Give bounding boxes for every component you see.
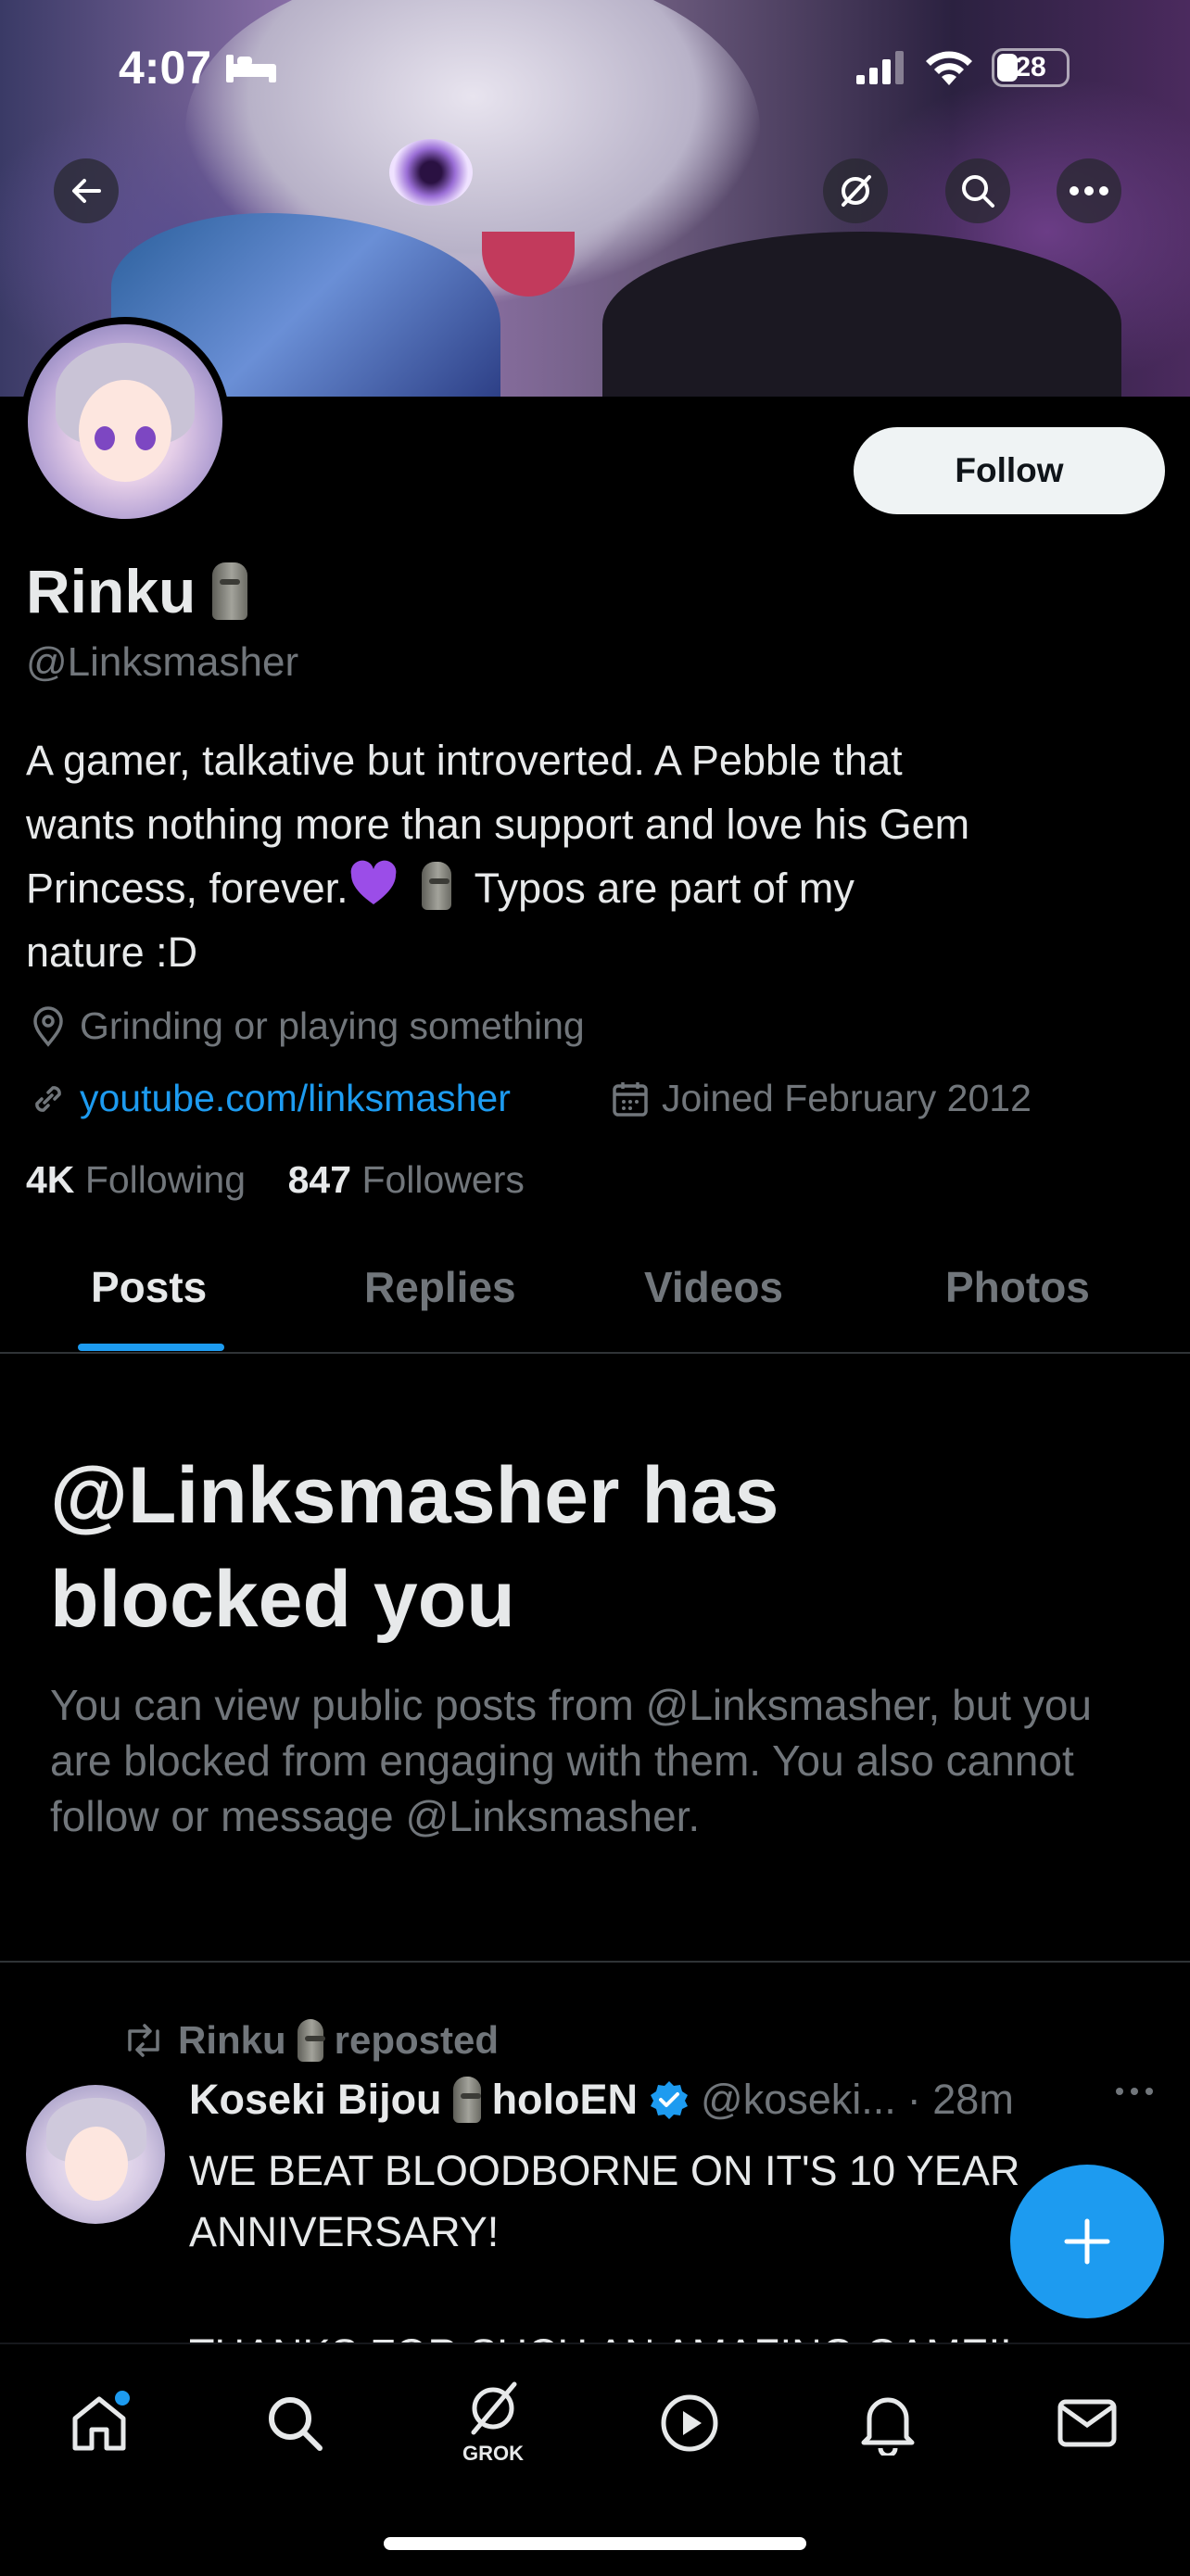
grok-button[interactable] [823,158,888,223]
moai-emoji-icon [421,862,451,910]
banner-art-coat [602,232,1121,397]
location-pin-icon [33,1005,63,1047]
bio-line: wants nothing more than support and love… [26,801,970,848]
play-circle-icon [661,2394,718,2452]
home-indicator[interactable] [384,2537,806,2550]
verified-badge-icon [651,2081,689,2119]
status-bar-time: 4:07 [119,41,278,95]
repost-icon [128,2024,159,2057]
profile-name-row: Rinku [26,556,248,626]
tabs-divider [0,1352,1190,1354]
nav-notifications[interactable] [837,2372,939,2474]
profile-name: Rinku [26,557,196,625]
post-author-suffix: holoEN [491,2076,639,2123]
back-button[interactable] [54,158,119,223]
post-author-name[interactable]: Koseki Bijou [189,2076,442,2124]
compose-post-button[interactable] [1010,2165,1164,2318]
grok-icon [842,175,871,207]
nav-video[interactable] [639,2372,741,2474]
bio-line: Princess, forever. Typos are part of my [26,856,1166,920]
purple-heart-icon [350,860,397,904]
profile-handle: @Linksmasher [26,639,299,685]
follow-button[interactable]: Follow [854,427,1165,514]
more-horizontal-icon [1116,2088,1153,2095]
profile-joined: Joined February 2012 [610,1077,1032,1120]
joined-text: Joined February 2012 [662,1077,1032,1119]
nav-grok[interactable]: GROK [442,2372,544,2474]
blocked-description: You can view public posts from @Linksmas… [50,1681,1093,1840]
bio-text: Typos are part of my [474,865,855,912]
sleep-bed-icon [226,55,277,82]
active-tab-indicator [78,1344,224,1351]
banner-art-eye [389,139,473,206]
tab-videos[interactable]: Videos [644,1262,783,1312]
blocked-title: @Linksmasher has blocked you [50,1444,1144,1651]
reposter-name[interactable]: Rinku [178,2018,286,2063]
bell-icon [861,2397,915,2456]
bio-text: Princess, forever. [26,865,348,912]
blocked-title-line: blocked you [50,1555,515,1644]
location-text: Grinding or playing something [80,1004,585,1047]
wifi-icon [926,51,972,85]
search-icon [269,2397,323,2451]
following-link[interactable]: 4K Following [26,1158,246,1201]
post-text-line: ANNIVERSARY! [189,2208,500,2255]
calendar-icon [613,1081,648,1117]
moai-emoji-icon [212,562,248,620]
followers-link[interactable]: 847 Followers [288,1158,525,1201]
mail-icon [1057,2399,1117,2447]
status-time: 4:07 [119,42,212,94]
home-icon [72,2391,130,2451]
followers-label: Followers [361,1158,525,1201]
search-button[interactable] [945,158,1010,223]
profile-bio: A gamer, talkative but introverted. A Pe… [26,728,1166,984]
post-more-button[interactable] [1114,2085,1155,2102]
more-options-button[interactable] [1057,158,1121,223]
followers-count: 847 [287,1158,352,1201]
nav-messages[interactable] [1036,2372,1138,2474]
post-header: Koseki Bijou holoEN @koseki... · 28m [189,2076,1014,2124]
profile-location: Grinding or playing something [28,1004,585,1048]
follow-counts: 4K Following 847 Followers [26,1158,525,1202]
section-divider [0,1961,1190,1963]
grok-label: GROK [462,2442,524,2465]
more-horizontal-icon [1070,186,1108,196]
bio-line: nature :D [26,928,198,976]
following-label: Following [84,1158,247,1201]
grok-icon [471,2381,517,2435]
following-count: 4K [26,1158,75,1201]
tab-replies[interactable]: Replies [364,1262,516,1312]
nav-explore[interactable] [244,2372,346,2474]
post-text-line: WE BEAT BLOODBORNE ON IT'S 10 YEAR [189,2147,1020,2194]
nav-home[interactable] [48,2372,150,2474]
status-bar-right: 28 [855,48,1070,87]
website-link[interactable]: youtube.com/linksmasher [80,1077,511,1120]
post-author-handle: @koseki... [701,2076,896,2123]
search-icon [962,175,994,208]
repost-indicator: Rinku reposted [120,2018,499,2063]
post-time: · 28m [906,2076,1014,2123]
repost-label: reposted [334,2018,500,2062]
cellular-signal-icon [856,51,904,84]
bio-line: A gamer, talkative but introverted. A Pe… [26,737,903,784]
post-author-avatar[interactable] [26,2085,165,2224]
link-icon [35,1085,61,1112]
arrow-left-icon [72,179,101,203]
profile-website[interactable]: youtube.com/linksmasher [28,1077,511,1120]
tab-photos[interactable]: Photos [945,1262,1090,1312]
plus-icon [1064,2218,1110,2265]
tab-posts[interactable]: Posts [91,1262,207,1312]
battery-icon: 28 [992,48,1070,87]
moai-emoji-icon [452,2077,481,2123]
profile-avatar[interactable] [20,317,230,526]
moai-emoji-icon [297,2019,325,2062]
battery-percent: 28 [1015,52,1046,82]
blocked-title-line: @Linksmasher has [50,1451,779,1540]
